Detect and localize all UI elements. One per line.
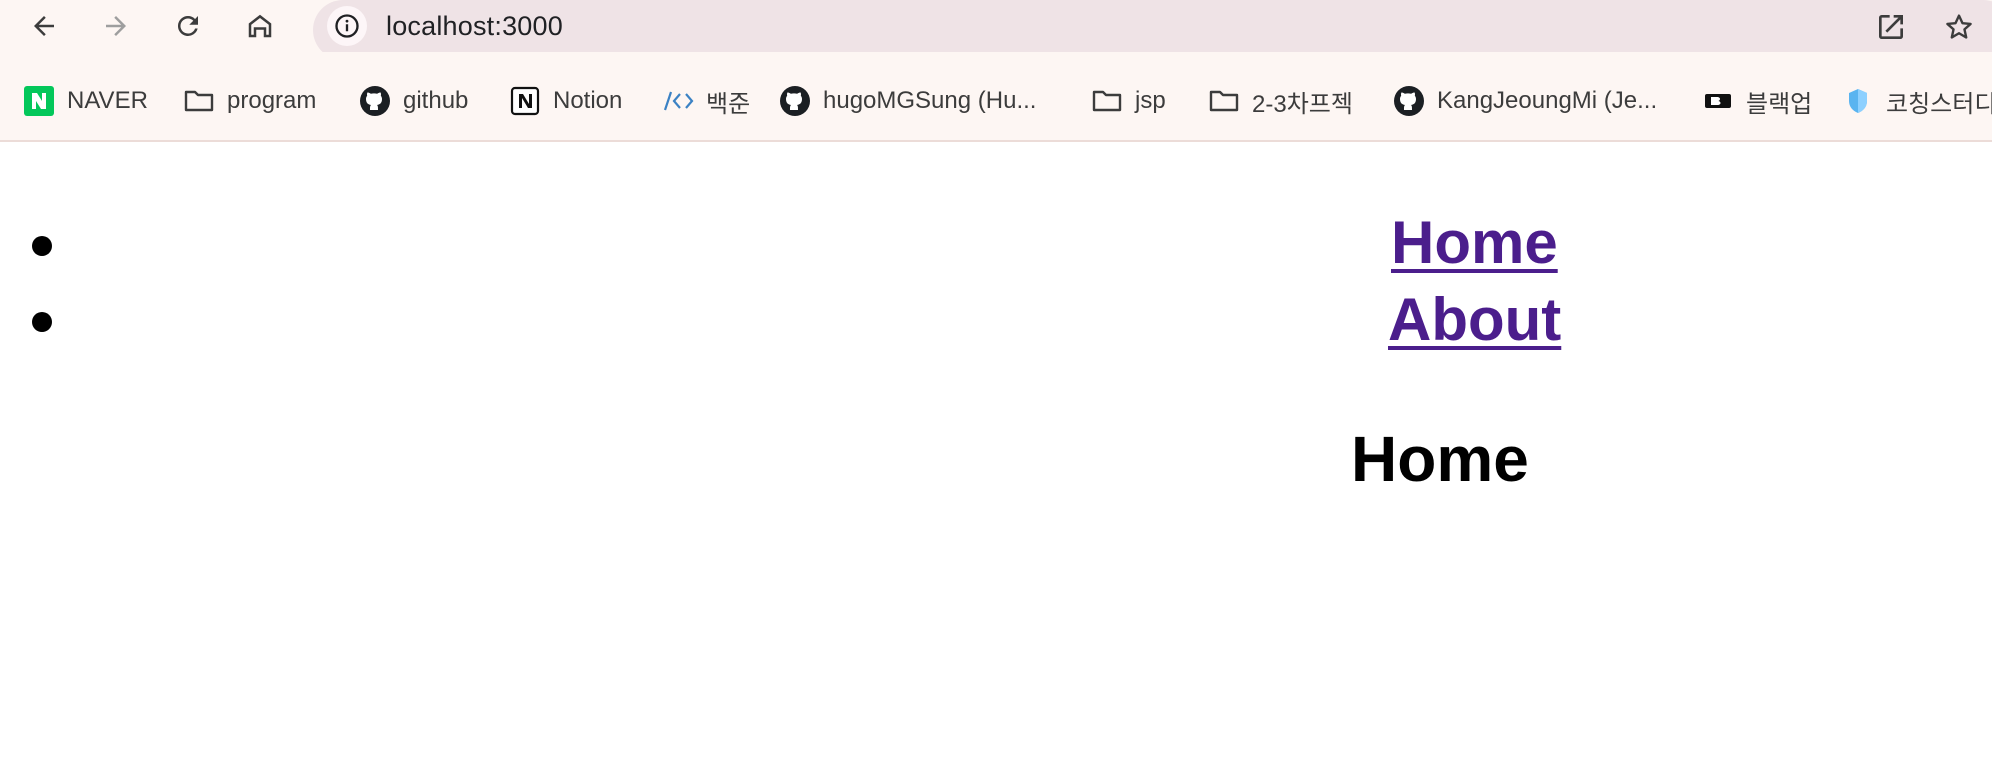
bookmark-notion[interactable]: Notion xyxy=(509,83,622,119)
url-text[interactable]: localhost:3000 xyxy=(386,11,563,42)
bookmark-label: Notion xyxy=(553,87,623,114)
bookmark-label: 백준 xyxy=(706,90,751,118)
code-icon xyxy=(662,85,694,117)
folder-icon xyxy=(1091,85,1123,117)
reload-icon xyxy=(177,15,198,36)
bookmark-label: jsp xyxy=(1135,87,1166,114)
shield-icon xyxy=(1842,85,1874,117)
page-title: Home xyxy=(1351,423,1529,495)
arrow-right-icon xyxy=(106,16,126,36)
bookmark-baekjoon[interactable]: 백준 xyxy=(662,83,750,119)
home-button[interactable] xyxy=(242,8,278,44)
nav-link-home[interactable]: Home xyxy=(1391,208,1558,277)
bookmark-coaching-study[interactable]: 코칭스터디 xyxy=(1842,83,1992,119)
folder-icon xyxy=(1208,85,1240,117)
folder-icon xyxy=(183,85,215,117)
nav-link-about[interactable]: About xyxy=(1388,285,1561,354)
site-info-button[interactable] xyxy=(327,6,367,46)
site-info-icon xyxy=(335,14,359,38)
bookmark-label: github xyxy=(403,87,469,114)
bookmark-2-3-project[interactable]: 2-3차프젝 xyxy=(1208,83,1353,119)
bookmarks-bar: NAVER program github Notion 백준 hugoMGSun… xyxy=(0,52,1992,142)
bookmark-label: NAVER xyxy=(67,87,148,114)
bookmark-blackup[interactable]: 블랙업 xyxy=(1702,83,1812,119)
address-bar[interactable]: localhost:3000 xyxy=(313,0,1992,60)
bookmark-label: KangJeoungMi (Je... xyxy=(1437,87,1658,114)
bookmark-kangjeoungmi[interactable]: KangJeoungMi (Je... xyxy=(1393,83,1657,119)
forward-button[interactable] xyxy=(98,8,134,44)
bookmark-label: 블랙업 xyxy=(1746,90,1813,118)
list-bullet xyxy=(32,236,52,256)
bookmark-program[interactable]: program xyxy=(183,83,316,119)
github-icon xyxy=(779,85,811,117)
home-icon xyxy=(248,14,272,38)
bookmark-naver[interactable]: NAVER xyxy=(23,83,148,119)
arrow-left-icon xyxy=(34,16,54,36)
naver-icon xyxy=(23,85,55,117)
bookmark-star-button[interactable] xyxy=(1941,9,1977,45)
list-bullet xyxy=(32,312,52,332)
bookmark-github[interactable]: github xyxy=(359,83,468,119)
github-icon xyxy=(1393,85,1425,117)
open-in-new-button[interactable] xyxy=(1873,9,1909,45)
bookmark-label: program xyxy=(227,87,317,114)
bookmark-jsp[interactable]: jsp xyxy=(1091,83,1166,119)
browser-toolbar: localhost:3000 xyxy=(0,0,1992,60)
open-in-new-icon xyxy=(1879,15,1903,39)
blackup-icon xyxy=(1702,85,1734,117)
back-button[interactable] xyxy=(26,8,62,44)
notion-icon xyxy=(509,85,541,117)
page-content: Home About Home xyxy=(0,142,1992,776)
bookmark-hugomgsung[interactable]: hugoMGSung (Hu... xyxy=(779,83,1036,119)
bookmark-label: 코칭스터디 xyxy=(1886,90,1992,118)
github-icon xyxy=(359,85,391,117)
star-icon xyxy=(1946,14,1972,39)
reload-button[interactable] xyxy=(170,8,206,44)
bookmark-label: 2-3차프젝 xyxy=(1252,90,1353,118)
bookmark-label: hugoMGSung (Hu... xyxy=(823,87,1037,114)
